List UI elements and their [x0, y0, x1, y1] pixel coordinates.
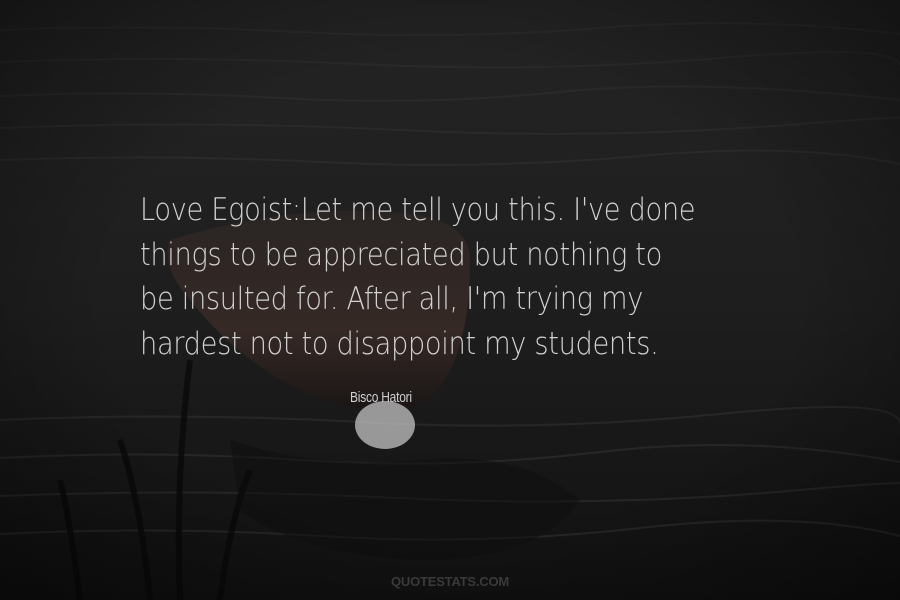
- quote-text: Love Egoist:Let me tell you this. I've d…: [140, 192, 696, 362]
- quote-author: Bisco Hatori: [350, 389, 412, 406]
- quote-card: Love Egoist:Let me tell you this. I've d…: [0, 0, 900, 600]
- site-watermark: QUOTESTATS.COM: [390, 574, 510, 589]
